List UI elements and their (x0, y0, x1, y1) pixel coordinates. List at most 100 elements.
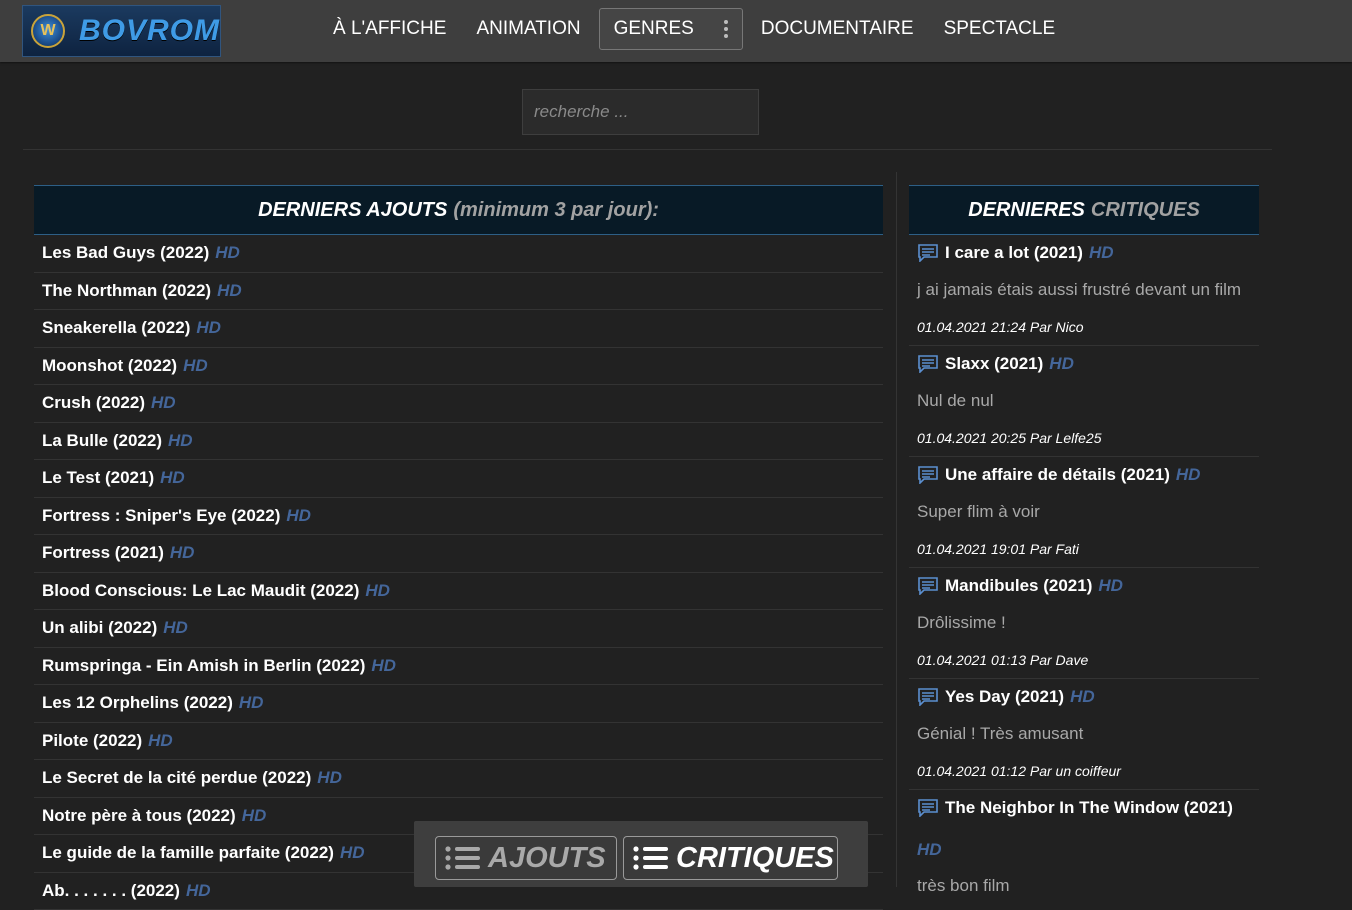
movie-title[interactable]: Moonshot (2022) (42, 356, 177, 376)
list-item[interactable]: Rumspringa - Ein Amish in Berlin (2022)H… (34, 648, 883, 686)
search-input[interactable] (522, 89, 759, 135)
list-item[interactable]: Les 12 Orphelins (2022) HD (34, 685, 883, 723)
review-title-row[interactable]: I care a lot (2021) HD (917, 243, 1114, 263)
movie-title[interactable]: Fortress (2021) (42, 543, 164, 563)
review-meta: 01.04.2021 01:13 Par Dave (917, 652, 1088, 668)
latest-reviews-header: DERNIERES CRITIQUES (909, 185, 1259, 235)
hd-badge: HD (317, 768, 342, 788)
latest-reviews-panel: DERNIERES CRITIQUES I care a lot (2021) H… (909, 185, 1259, 900)
list-item[interactable]: Les Bad Guys (2022) HD (34, 235, 883, 273)
nav-item-genres[interactable]: GENRES (599, 8, 743, 50)
movie-title[interactable]: La Bulle (2022) (42, 431, 162, 451)
list-item[interactable]: Le Test (2021) HD (34, 460, 883, 498)
movie-title[interactable]: Sneakerella (2022) (42, 318, 190, 338)
site-logo[interactable]: W BOVROM (22, 5, 221, 57)
list-item[interactable]: Sneakerella (2022)HD (34, 310, 883, 348)
ajouts-button[interactable]: AJOUTS (435, 836, 617, 880)
review-title-row[interactable]: Une affaire de détails (2021)HD (917, 465, 1200, 485)
review-item: Mandibules (2021) HD Drôlissime ! 01.04.2… (909, 568, 1259, 679)
hd-badge: HD (286, 506, 311, 526)
chat-bubble-icon (917, 355, 939, 373)
search-row (23, 62, 1272, 150)
review-title-row[interactable]: The Neighbor In The Window (2021) (917, 798, 1233, 818)
review-item: I care a lot (2021) HD j ai jamais étais … (909, 235, 1259, 346)
review-text: j ai jamais étais aussi frustré devant u… (917, 280, 1241, 300)
latest-additions-panel: DERNIERS AJOUTS (minimum 3 par jour): Le… (34, 185, 883, 910)
movie-title[interactable]: Notre père à tous (2022) (42, 806, 236, 826)
latest-reviews-subtitle: CRITIQUES (1091, 199, 1200, 222)
movie-title[interactable]: Rumspringa - Ein Amish in Berlin (2022) (42, 656, 365, 676)
list-item[interactable]: Blood Conscious: Le Lac Maudit (2022)HD (34, 573, 883, 611)
nav-item-spectacle[interactable]: SPECTACLE (929, 9, 1071, 49)
list-item[interactable]: Moonshot (2022) HD (34, 348, 883, 386)
movie-title[interactable]: Crush (2022) (42, 393, 145, 413)
hd-badge: HD (1070, 687, 1095, 707)
hd-badge: HD (1098, 576, 1123, 596)
latest-additions-subtitle: (minimum 3 par jour): (453, 199, 659, 222)
movie-title[interactable]: Pilote (2022) (42, 731, 142, 751)
review-text: Génial ! Très amusant (917, 724, 1083, 744)
review-title-row[interactable]: Slaxx (2021) HD (917, 354, 1074, 374)
list-item[interactable]: La Bulle (2022) HD (34, 423, 883, 461)
movie-title[interactable]: Ab. . . . . . . (2022) (42, 881, 180, 901)
review-meta: 01.04.2021 01:12 Par un coiffeur (917, 763, 1121, 779)
chat-bubble-icon (917, 466, 939, 484)
movie-title[interactable]: Le Secret de la cité perdue (2022) (42, 768, 311, 788)
nav-item-animation[interactable]: ANIMATION (461, 9, 595, 49)
movie-title[interactable]: Fortress : Sniper's Eye (2022) (42, 506, 280, 526)
movie-title[interactable]: Les Bad Guys (2022) (42, 243, 209, 263)
movie-title[interactable]: Blood Conscious: Le Lac Maudit (2022) (42, 581, 359, 601)
list-item[interactable]: Fortress : Sniper's Eye (2022) HD (34, 498, 883, 536)
top-navigation-bar: W BOVROM À L'AFFICHE ANIMATION GENRES DO… (0, 0, 1352, 62)
hd-badge: HD (239, 693, 264, 713)
hd-badge: HD (242, 806, 267, 826)
column-divider (896, 172, 897, 887)
kebab-menu-icon[interactable] (724, 20, 728, 38)
movie-title[interactable]: Le guide de la famille parfaite (2022) (42, 843, 334, 863)
review-movie-title[interactable]: The Neighbor In The Window (2021) (945, 798, 1233, 818)
list-item[interactable]: Le Secret de la cité perdue (2022) HD (34, 760, 883, 798)
hd-badge: HD (1089, 243, 1114, 263)
nav-item-documentaire[interactable]: DOCUMENTAIRE (746, 9, 929, 49)
chat-bubble-icon (917, 688, 939, 706)
review-movie-title[interactable]: Mandibules (2021) (945, 576, 1092, 596)
hd-badge: HD (186, 881, 211, 901)
list-item[interactable]: Pilote (2022)HD (34, 723, 883, 761)
hd-badge: HD (215, 243, 240, 263)
review-meta: 01.04.2021 21:24 Par Nico (917, 319, 1084, 335)
nav-item-a-laffiche[interactable]: À L'AFFICHE (318, 9, 461, 49)
latest-additions-title: DERNIERS AJOUTS (258, 199, 447, 222)
list-item[interactable]: Un alibi (2022) HD (34, 610, 883, 648)
list-item[interactable]: Crush (2022)HD (34, 385, 883, 423)
hd-badge: HD (170, 543, 195, 563)
movie-title[interactable]: Un alibi (2022) (42, 618, 157, 638)
list-item[interactable]: The Northman (2022) HD (34, 273, 883, 311)
list-item[interactable]: Fortress (2021) HD (34, 535, 883, 573)
logo-emblem-icon: W (31, 14, 65, 48)
hd-badge: HD (917, 840, 942, 860)
movie-title[interactable]: The Northman (2022) (42, 281, 211, 301)
movie-title[interactable]: Le Test (2021) (42, 468, 154, 488)
chat-bubble-icon (917, 577, 939, 595)
review-movie-title[interactable]: Une affaire de détails (2021) (945, 465, 1170, 485)
hd-badge: HD (340, 843, 365, 863)
review-movie-title[interactable]: Yes Day (2021) (945, 687, 1064, 707)
review-title-row[interactable]: Mandibules (2021) HD (917, 576, 1123, 596)
review-meta: 01.04.2021 20:25 Par Lelfe25 (917, 430, 1102, 446)
review-item: Slaxx (2021)HD Nul de nul 01.04.2021 20:… (909, 346, 1259, 457)
hd-badge: HD (163, 618, 188, 638)
hd-badge: HD (168, 431, 193, 451)
logo-text: BOVROM (79, 14, 220, 48)
movie-title[interactable]: Les 12 Orphelins (2022) (42, 693, 233, 713)
hd-badge: HD (160, 468, 185, 488)
hd-badge: HD (1049, 354, 1074, 374)
review-title-row[interactable]: Yes Day (2021) HD (917, 687, 1095, 707)
review-text: Drôlissime ! (917, 613, 1006, 633)
hd-badge: HD (217, 281, 242, 301)
chat-bubble-icon (917, 244, 939, 262)
review-movie-title[interactable]: I care a lot (2021) (945, 243, 1083, 263)
review-movie-title[interactable]: Slaxx (2021) (945, 354, 1043, 374)
hd-badge: HD (183, 356, 208, 376)
critiques-button[interactable]: CRITIQUES (623, 836, 838, 880)
critiques-button-label: CRITIQUES (676, 842, 834, 875)
